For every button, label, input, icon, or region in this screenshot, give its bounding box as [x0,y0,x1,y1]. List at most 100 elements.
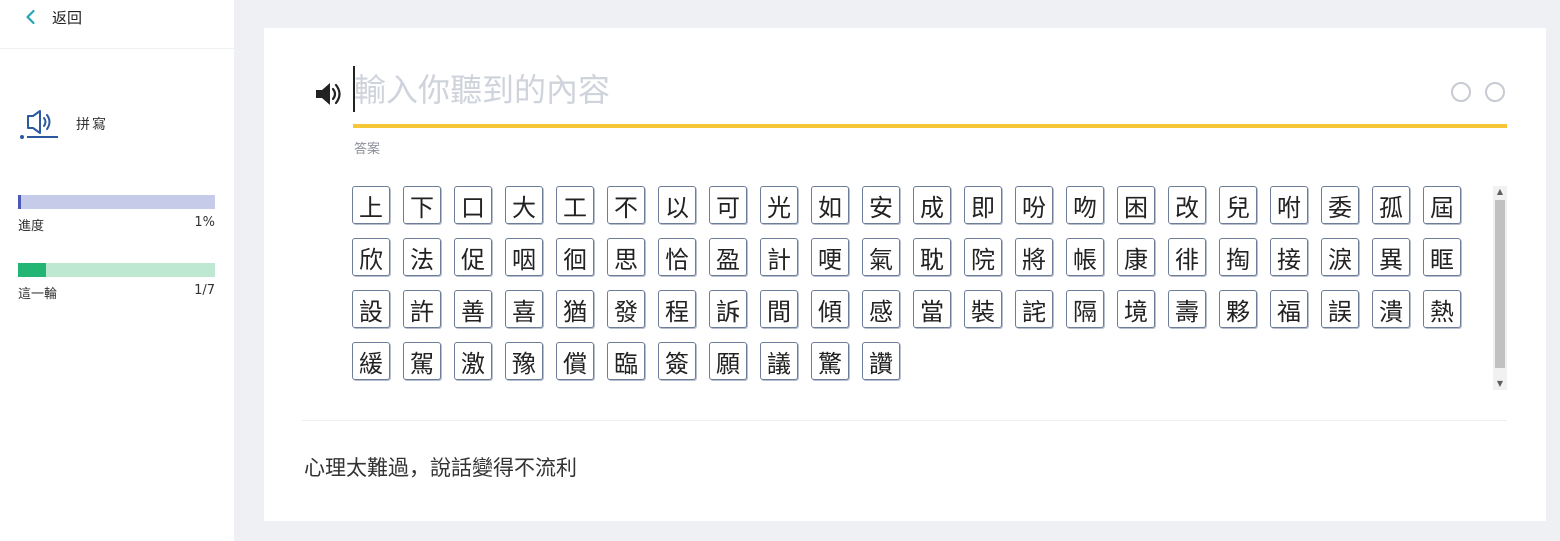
character-tile[interactable]: 哽 [811,238,849,276]
character-tile[interactable]: 計 [760,238,798,276]
character-tile[interactable]: 成 [913,186,951,224]
chevron-left-icon [26,9,35,25]
character-tile[interactable]: 隔 [1066,290,1104,328]
speaker-icon [20,110,58,139]
round-bar [18,263,215,277]
character-tile[interactable]: 潰 [1372,290,1410,328]
back-button[interactable]: 返回 [22,6,82,28]
character-tile[interactable]: 當 [913,290,951,328]
character-tile[interactable]: 豫 [505,342,543,380]
character-tile[interactable]: 盈 [709,238,747,276]
character-tile[interactable]: 上 [352,186,390,224]
character-tile[interactable]: 夥 [1219,290,1257,328]
character-tile[interactable]: 驚 [811,342,849,380]
answer-input[interactable] [354,64,1434,116]
character-tile[interactable]: 徘 [1168,238,1206,276]
character-tile[interactable]: 吩 [1015,186,1053,224]
character-tile[interactable]: 不 [607,186,645,224]
status-circle-2 [1485,82,1505,102]
status-circle-1 [1451,82,1471,102]
character-tile[interactable]: 光 [760,186,798,224]
character-tile[interactable]: 咽 [505,238,543,276]
character-tile[interactable]: 困 [1117,186,1155,224]
scroll-up-arrow-icon[interactable]: ▲ [1493,186,1507,198]
character-tile[interactable]: 改 [1168,186,1206,224]
character-tile[interactable]: 裝 [964,290,1002,328]
character-tile[interactable]: 簽 [658,342,696,380]
character-tile[interactable]: 喜 [505,290,543,328]
sidebar-divider [0,48,234,49]
answer-underline [353,124,1507,128]
character-tile[interactable]: 欣 [352,238,390,276]
character-tile[interactable]: 思 [607,238,645,276]
character-tile[interactable]: 間 [760,290,798,328]
back-label: 返回 [52,8,83,27]
character-tile[interactable]: 工 [556,186,594,224]
character-tile[interactable]: 臨 [607,342,645,380]
character-tile[interactable]: 兒 [1219,186,1257,224]
character-bank: 上下口大工不以可光如安成即吩吻困改兒咐委孤屆欣法促咽徊思恰盈計哽氣耽院將帳康徘掏… [352,186,1492,390]
character-tile[interactable]: 咐 [1270,186,1308,224]
character-tile[interactable]: 口 [454,186,492,224]
character-tile[interactable]: 掏 [1219,238,1257,276]
character-tile[interactable]: 議 [760,342,798,380]
character-tile[interactable]: 願 [709,342,747,380]
progress-bar-fill [18,195,21,209]
character-tile[interactable]: 接 [1270,238,1308,276]
character-tile[interactable]: 猶 [556,290,594,328]
play-audio-button[interactable] [312,78,344,110]
character-tile[interactable]: 壽 [1168,290,1206,328]
character-tile[interactable]: 可 [709,186,747,224]
character-tile[interactable]: 帳 [1066,238,1104,276]
character-tile[interactable]: 讚 [862,342,900,380]
character-tile[interactable]: 緩 [352,342,390,380]
character-tile[interactable]: 以 [658,186,696,224]
character-tile[interactable]: 傾 [811,290,849,328]
character-tile[interactable]: 詫 [1015,290,1053,328]
character-tile[interactable]: 許 [403,290,441,328]
progress-label: 進度 [18,219,45,234]
character-tile[interactable]: 境 [1117,290,1155,328]
character-tile[interactable]: 償 [556,342,594,380]
character-tile[interactable]: 激 [454,342,492,380]
character-tile[interactable]: 訴 [709,290,747,328]
character-tile[interactable]: 熱 [1423,290,1461,328]
answer-label: 答案 [354,142,381,157]
mode-spelling[interactable]: 拼寫 [18,106,108,142]
character-tile[interactable]: 氣 [862,238,900,276]
character-tile[interactable]: 福 [1270,290,1308,328]
character-tile[interactable]: 善 [454,290,492,328]
character-tile[interactable]: 即 [964,186,1002,224]
character-tile[interactable]: 下 [403,186,441,224]
character-tile[interactable]: 恰 [658,238,696,276]
character-tile[interactable]: 安 [862,186,900,224]
character-tile[interactable]: 院 [964,238,1002,276]
character-tile[interactable]: 大 [505,186,543,224]
character-tile[interactable]: 法 [403,238,441,276]
character-tile[interactable]: 將 [1015,238,1053,276]
character-tile[interactable]: 程 [658,290,696,328]
speaker-icon [316,83,341,105]
character-tile[interactable]: 屆 [1423,186,1461,224]
character-tile[interactable]: 促 [454,238,492,276]
scrollbar-thumb[interactable] [1495,200,1505,368]
character-tile[interactable]: 感 [862,290,900,328]
character-tile[interactable]: 誤 [1321,290,1359,328]
character-tile[interactable]: 孤 [1372,186,1410,224]
character-tile[interactable]: 淚 [1321,238,1359,276]
character-tile[interactable]: 異 [1372,238,1410,276]
character-tile[interactable]: 康 [1117,238,1155,276]
character-tile[interactable]: 駕 [403,342,441,380]
sidebar: 返回 拼寫 進度 1% 這一輪 1/7 [0,0,234,541]
scrollbar[interactable]: ▲ ▼ [1493,186,1507,390]
character-tile[interactable]: 發 [607,290,645,328]
character-tile[interactable]: 如 [811,186,849,224]
progress-bar [18,195,215,209]
character-tile[interactable]: 徊 [556,238,594,276]
character-tile[interactable]: 委 [1321,186,1359,224]
character-tile[interactable]: 耽 [913,238,951,276]
character-tile[interactable]: 眶 [1423,238,1461,276]
character-tile[interactable]: 吻 [1066,186,1104,224]
scroll-down-arrow-icon[interactable]: ▼ [1493,378,1507,390]
character-tile[interactable]: 設 [352,290,390,328]
